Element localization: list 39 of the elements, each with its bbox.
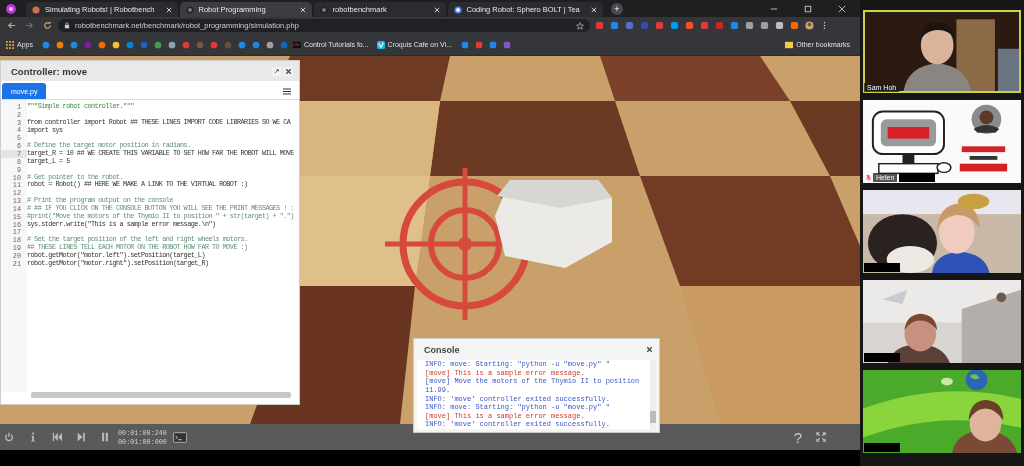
apps-icon — [6, 40, 14, 49]
folder-icon — [785, 40, 794, 49]
close-icon[interactable] — [645, 345, 654, 355]
maximize-icon[interactable] — [804, 5, 812, 13]
bookmark-icon — [292, 40, 301, 49]
close-icon[interactable] — [838, 5, 846, 13]
favicon-icon — [32, 5, 40, 14]
help-button[interactable]: ? — [793, 428, 802, 446]
fullscreen-icon[interactable] — [816, 432, 826, 442]
new-tab-button[interactable]: + — [610, 3, 623, 15]
power-icon[interactable] — [4, 432, 14, 442]
profile-icon[interactable] — [6, 4, 16, 14]
scrollbar[interactable] — [650, 360, 656, 429]
favicon-icon — [319, 5, 328, 14]
minimize-icon[interactable] — [770, 5, 778, 13]
pause-icon[interactable] — [100, 432, 110, 442]
scrollbar[interactable] — [31, 392, 291, 398]
lock-icon — [64, 22, 70, 29]
panel-title: Controller: move — [11, 65, 87, 77]
favicon-icon — [185, 5, 194, 14]
back-icon[interactable] — [7, 21, 16, 30]
close-icon[interactable] — [284, 66, 293, 76]
close-icon[interactable] — [165, 6, 172, 13]
info-icon[interactable] — [28, 432, 38, 442]
menu-icon[interactable] — [283, 88, 291, 95]
bookmark-icon — [376, 40, 385, 49]
favicon-icon — [453, 5, 462, 14]
avatar-icon[interactable] — [804, 21, 814, 30]
panel-title: Console — [424, 344, 460, 355]
rewind-icon[interactable] — [52, 432, 62, 442]
close-icon[interactable] — [299, 6, 306, 13]
popout-icon[interactable] — [272, 66, 281, 76]
console-icon[interactable] — [172, 431, 187, 443]
star-icon[interactable] — [576, 21, 584, 30]
close-icon[interactable] — [433, 6, 440, 13]
close-icon[interactable] — [590, 6, 597, 13]
forward-icon[interactable] — [25, 21, 34, 30]
step-icon[interactable] — [76, 432, 86, 442]
reload-icon[interactable] — [43, 21, 52, 30]
